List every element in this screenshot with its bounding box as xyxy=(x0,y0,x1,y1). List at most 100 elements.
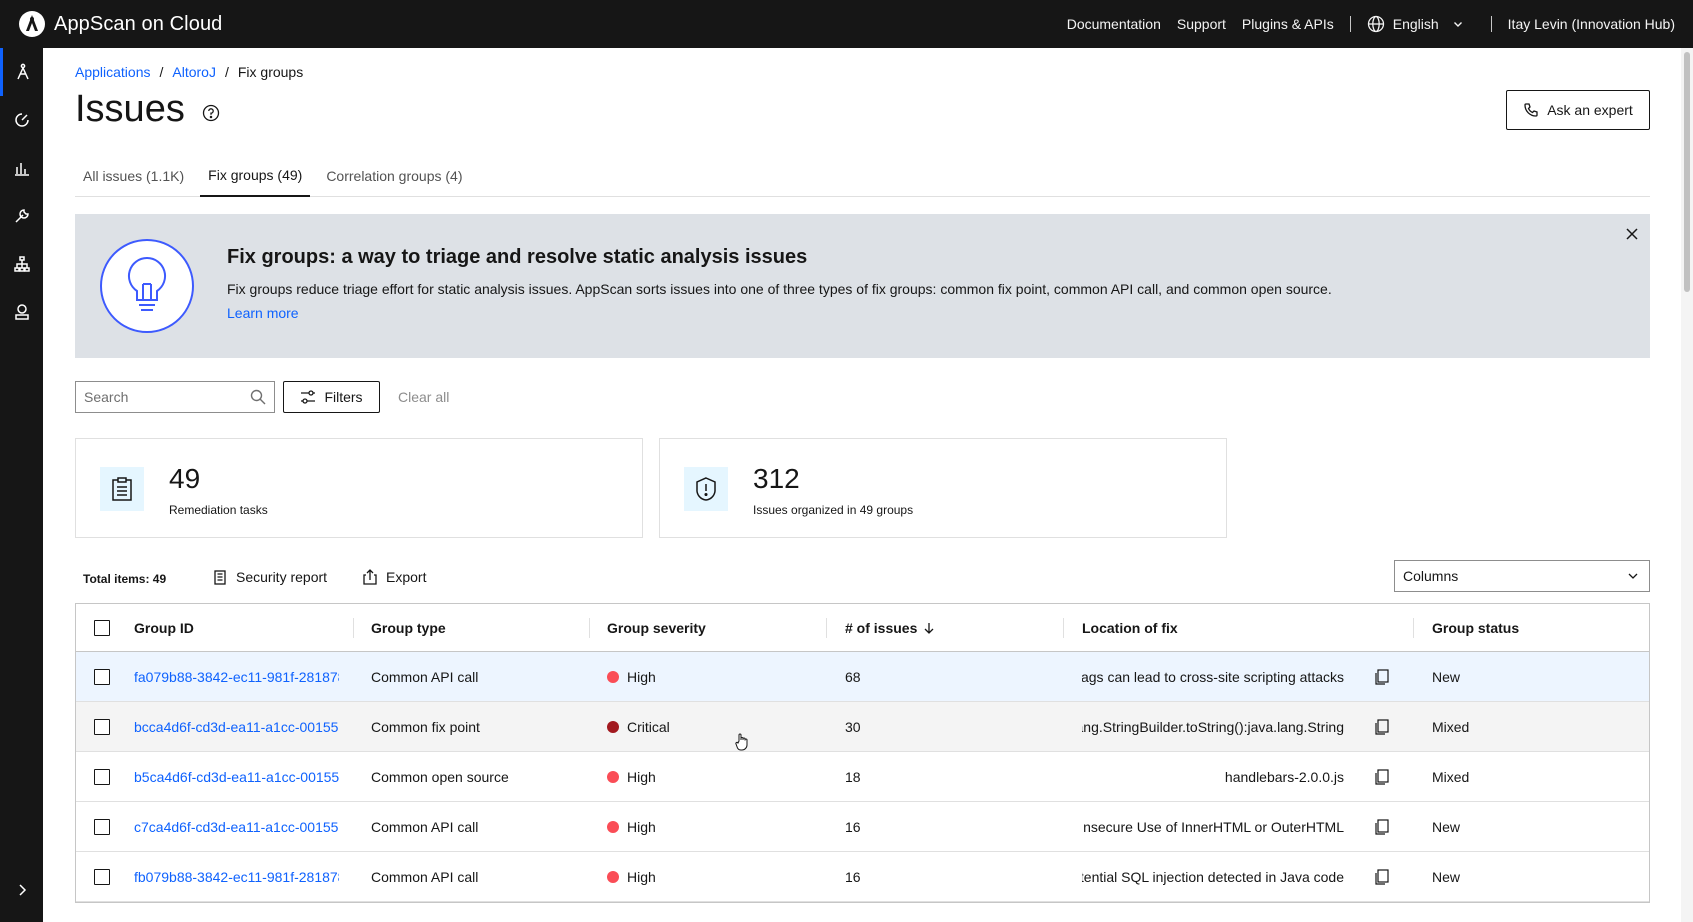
phone-icon xyxy=(1524,103,1538,117)
ask-expert-button[interactable]: Ask an expert xyxy=(1506,90,1650,130)
language-label: English xyxy=(1392,16,1439,32)
copy-icon xyxy=(1375,768,1389,785)
tab-fix-groups[interactable]: Fix groups (49) xyxy=(200,154,311,197)
table-row[interactable]: fa079b88-3842-ec11-981f-2818780 Common AP… xyxy=(76,652,1649,702)
table-header: Group ID Group type Group severity # of … xyxy=(76,604,1649,652)
copy-button[interactable] xyxy=(1375,852,1389,901)
tab-correlation-groups[interactable]: Correlation groups (4) xyxy=(318,154,470,197)
chevron-down-icon xyxy=(1453,22,1462,27)
table-row[interactable]: c7ca4d6f-cd3d-ea11-a1cc-00155d5 Common AP… xyxy=(76,802,1649,852)
close-icon[interactable] xyxy=(1624,226,1640,242)
row-checkbox[interactable] xyxy=(94,652,110,701)
support-link[interactable]: Support xyxy=(1177,16,1226,32)
group-severity: High xyxy=(607,852,656,901)
severity-label: High xyxy=(627,768,656,785)
card-icon xyxy=(100,467,144,511)
group-id-link[interactable]: b5ca4d6f-cd3d-ea11-a1cc-00155d5 xyxy=(134,752,339,801)
row-checkbox[interactable] xyxy=(94,702,110,751)
nav-reports[interactable] xyxy=(0,144,43,192)
column-divider xyxy=(1413,618,1414,638)
brand[interactable]: AppScan on Cloud xyxy=(18,10,222,38)
row-checkbox[interactable] xyxy=(94,752,110,801)
breadcrumb: Applications / AltoroJ / Fix groups xyxy=(75,64,303,80)
table-row[interactable]: b5ca4d6f-cd3d-ea11-a1cc-00155d5 Common op… xyxy=(76,752,1649,802)
copy-button[interactable] xyxy=(1375,802,1389,851)
filters-button[interactable]: Filters xyxy=(283,381,380,413)
copy-icon xyxy=(1375,818,1389,835)
table-row[interactable]: fb079b88-3842-ec11-981f-2818780 Common AP… xyxy=(76,852,1649,902)
plugins-apis-link[interactable]: Plugins & APIs xyxy=(1242,16,1334,32)
column-divider xyxy=(1063,618,1064,638)
row-checkbox[interactable] xyxy=(94,802,110,851)
app-name: AppScan on Cloud xyxy=(54,12,223,35)
chevron-right-icon xyxy=(18,884,26,896)
nav-tools[interactable] xyxy=(0,192,43,240)
export-label: Export xyxy=(386,569,427,585)
hand-cursor-icon xyxy=(735,733,748,751)
breadcrumb-altoroj[interactable]: AltoroJ xyxy=(172,64,216,80)
nav-organization[interactable] xyxy=(0,240,43,288)
breadcrumb-current: Fix groups xyxy=(237,64,304,80)
col-issue-count-label: # of issues xyxy=(845,619,918,636)
language-selector[interactable]: English xyxy=(1367,15,1463,33)
banner-text: Fix groups reduce triage effort for stat… xyxy=(227,281,1332,297)
nav-dashboard[interactable] xyxy=(0,96,43,144)
tab-all-issues[interactable]: All issues (1.1K) xyxy=(75,154,192,197)
table-row[interactable]: bcca4d6f-cd3d-ea11-a1cc-00155d5 Common fi… xyxy=(76,702,1649,752)
banner-title: Fix groups: a way to triage and resolve … xyxy=(227,246,808,268)
appscan-icon xyxy=(17,63,29,80)
copy-button[interactable] xyxy=(1375,752,1389,801)
copy-icon xyxy=(1375,668,1389,685)
learn-more-link[interactable]: Learn more xyxy=(227,305,299,321)
breadcrumb-applications[interactable]: Applications xyxy=(75,64,151,80)
globe-icon xyxy=(1367,15,1384,33)
location-of-fix: handlebars-2.0.0.js xyxy=(1224,768,1344,785)
select-all-checkbox[interactable] xyxy=(94,604,110,651)
location-of-fix: …ang.StringBuilder.toString():java.lang.… xyxy=(1082,718,1344,735)
copy-button[interactable] xyxy=(1375,652,1389,701)
user-menu[interactable]: Itay Levin (Innovation Hub) xyxy=(1508,16,1675,32)
export-button[interactable]: Export xyxy=(362,569,426,585)
col-group-type[interactable]: Group type xyxy=(371,604,446,651)
page-scrollbar[interactable] xyxy=(1681,48,1693,922)
copy-button[interactable] xyxy=(1375,702,1389,751)
group-id-link[interactable]: c7ca4d6f-cd3d-ea11-a1cc-00155d5 xyxy=(134,802,339,851)
security-report-button[interactable]: Security report xyxy=(212,569,327,585)
nav-expand[interactable] xyxy=(0,866,43,914)
group-id-link[interactable]: fa079b88-3842-ec11-981f-2818780 xyxy=(134,652,339,701)
severity-dot-icon xyxy=(607,820,619,833)
nav-user[interactable] xyxy=(0,288,43,336)
clear-all-button[interactable]: Clear all xyxy=(398,389,449,405)
appscan-logo-icon xyxy=(19,11,45,37)
documentation-link[interactable]: Documentation xyxy=(1067,16,1161,32)
top-header: AppScan on Cloud Documentation Support P… xyxy=(0,0,1693,48)
scrollbar-thumb[interactable] xyxy=(1684,52,1690,292)
col-group-status[interactable]: Group status xyxy=(1432,604,1519,651)
location-of-fix: …tential SQL injection detected in Java … xyxy=(1082,868,1344,885)
search-placeholder: Search xyxy=(84,389,129,405)
severity-label: High xyxy=(627,818,656,835)
group-type: Common API call xyxy=(371,668,479,685)
group-severity: High xyxy=(607,802,656,851)
group-status: New xyxy=(1432,818,1461,835)
breadcrumb-separator: / xyxy=(159,64,164,80)
severity-label: Critical xyxy=(627,718,670,735)
total-items: Total items: 49 xyxy=(83,572,167,586)
col-issue-count[interactable]: # of issues xyxy=(845,604,935,651)
col-location[interactable]: Location of fix xyxy=(1082,604,1178,651)
row-checkbox[interactable] xyxy=(94,852,110,901)
nav-applications[interactable] xyxy=(0,48,43,96)
col-group-severity[interactable]: Group severity xyxy=(607,604,706,651)
info-banner: Fix groups: a way to triage and resolve … xyxy=(75,214,1650,358)
dashboard-icon xyxy=(14,113,29,127)
group-id-link[interactable]: fb079b88-3842-ec11-981f-2818780 xyxy=(134,852,339,901)
search-input[interactable]: Search xyxy=(75,381,275,413)
help-icon[interactable] xyxy=(202,104,220,122)
columns-dropdown[interactable]: Columns xyxy=(1394,560,1650,592)
issue-count: 68 xyxy=(845,668,861,685)
filter-toolbar: Search Filters Clear all xyxy=(75,381,449,413)
col-group-id[interactable]: Group ID xyxy=(134,604,194,651)
severity-dot-icon xyxy=(607,770,619,783)
copy-icon xyxy=(1375,868,1389,885)
group-id-link[interactable]: bcca4d6f-cd3d-ea11-a1cc-00155d5 xyxy=(134,702,339,751)
